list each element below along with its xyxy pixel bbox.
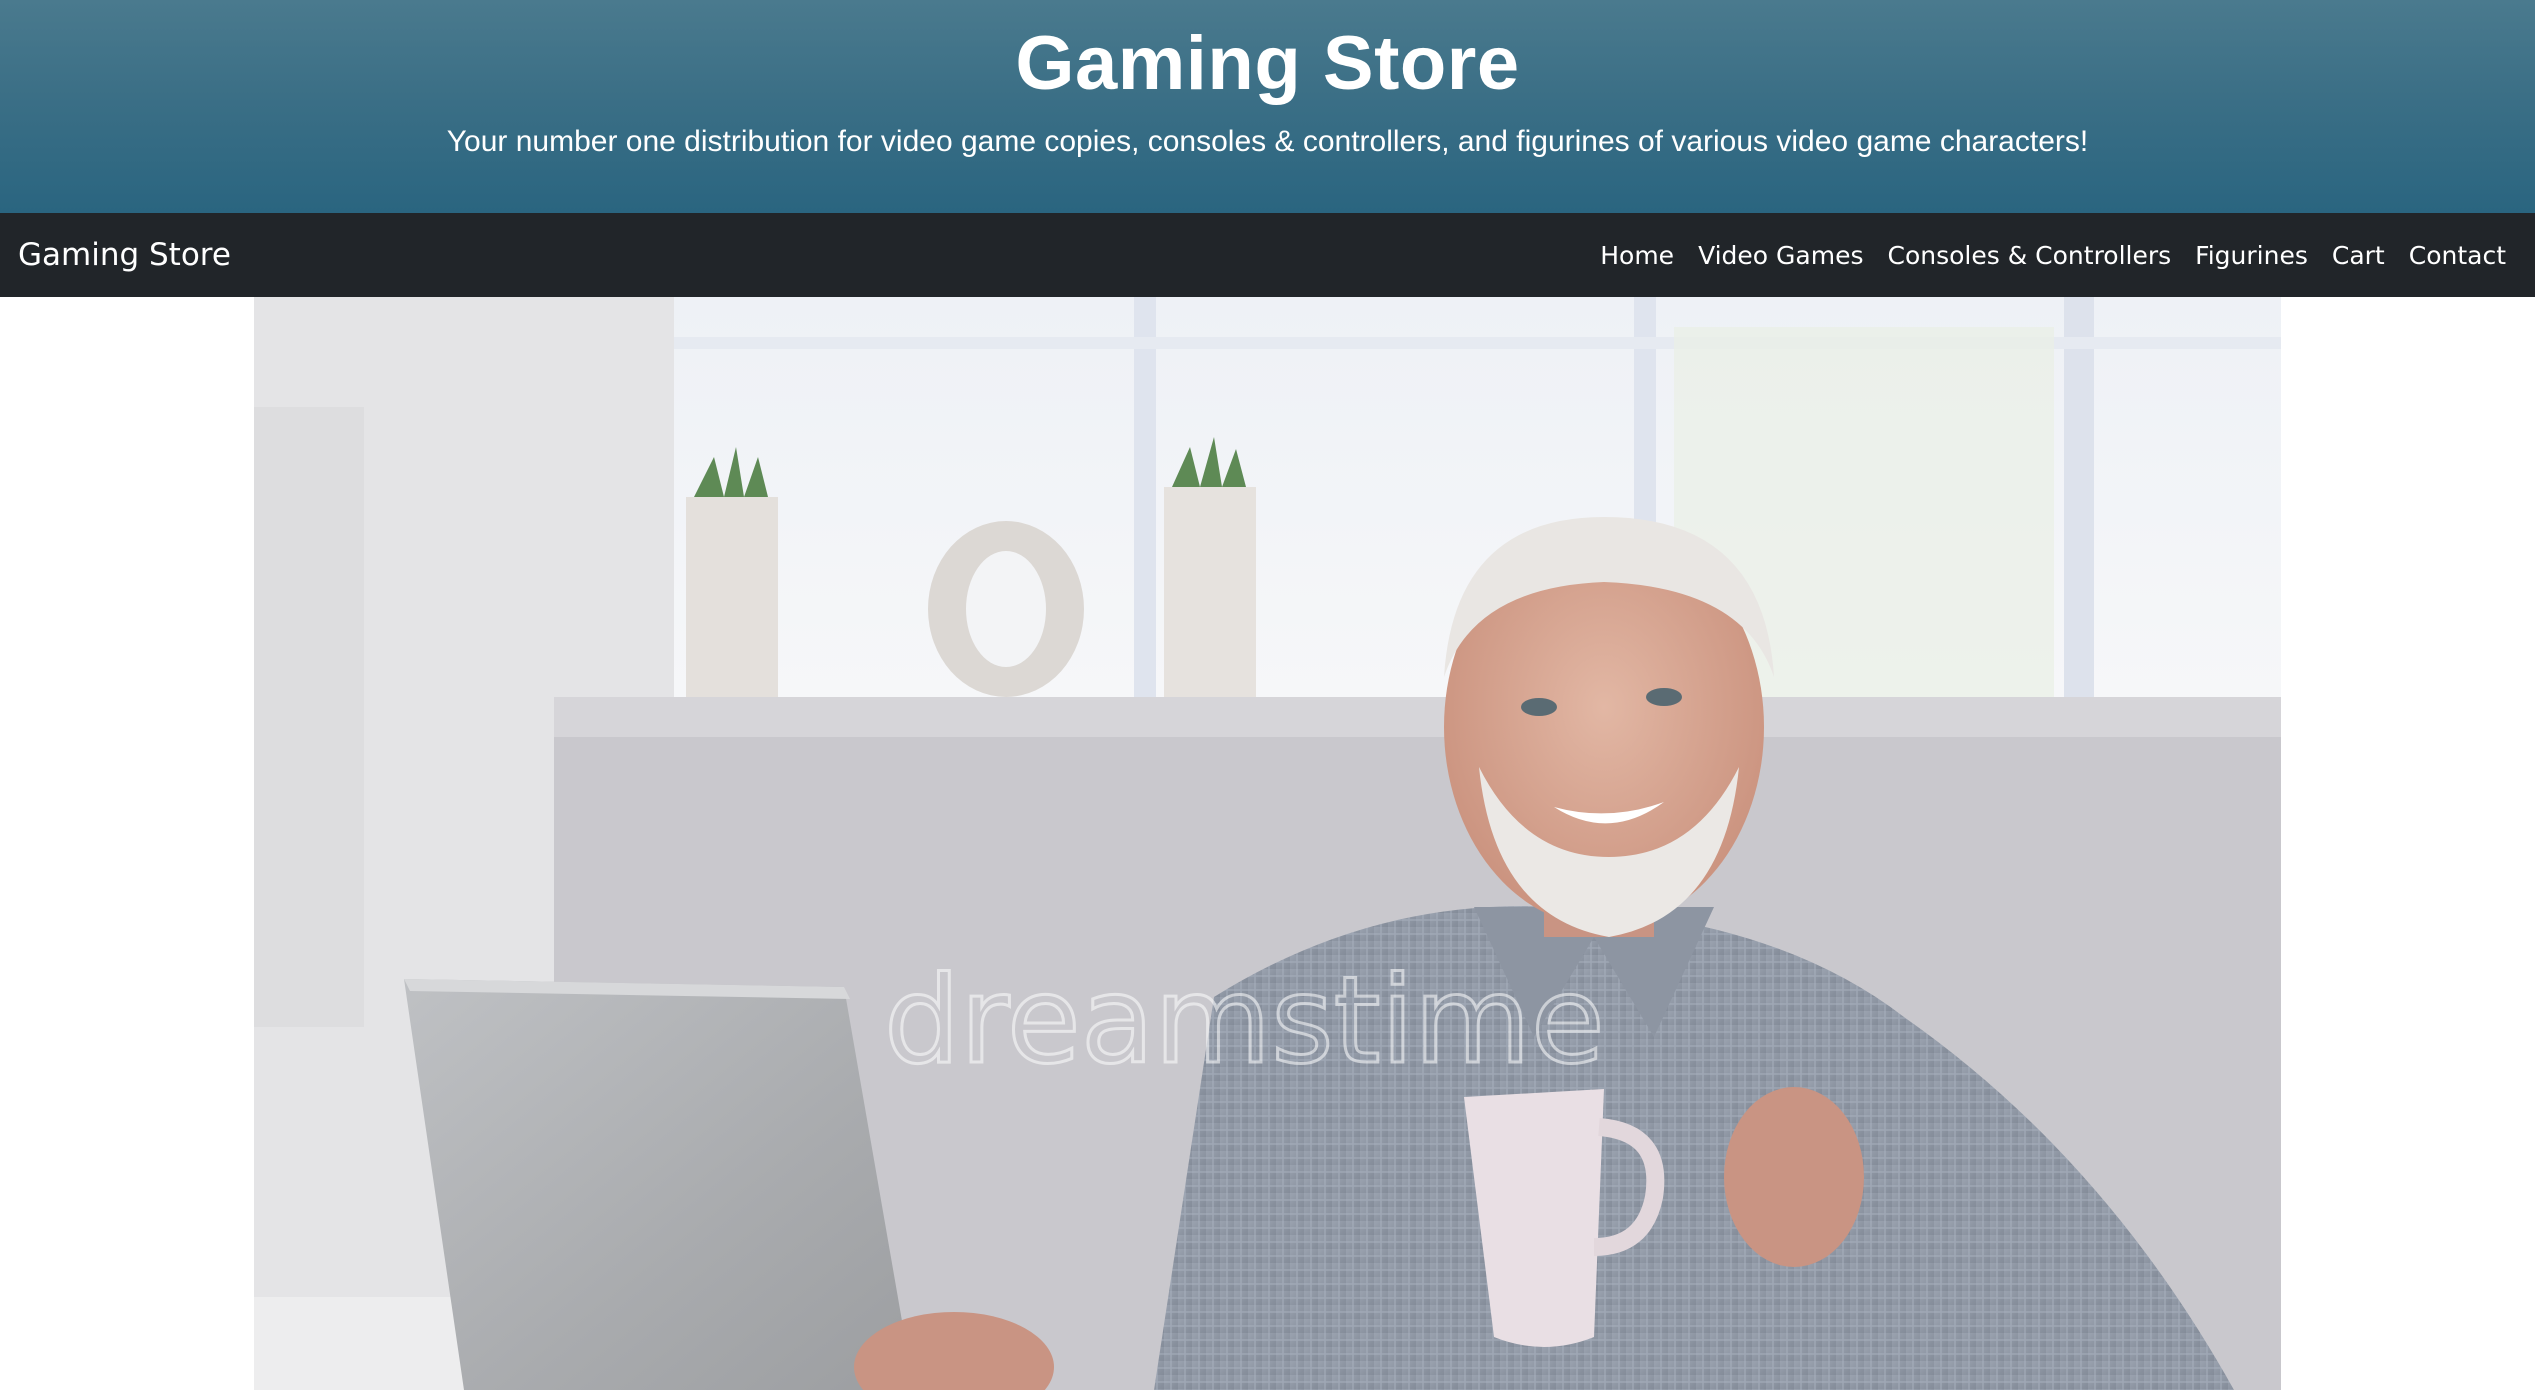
nav-link-home[interactable]: Home [1600, 241, 1674, 270]
nav-links: Home Video Games Consoles & Controllers … [1600, 241, 2506, 270]
nav-link-video-games[interactable]: Video Games [1698, 241, 1863, 270]
nav-link-cart[interactable]: Cart [2332, 241, 2385, 270]
nav-link-figurines[interactable]: Figurines [2195, 241, 2308, 270]
hero-image: dreamstime [254, 297, 2281, 1390]
nav-link-contact[interactable]: Contact [2409, 241, 2506, 270]
site-header: Gaming Store Your number one distributio… [0, 0, 2535, 213]
navbar: Gaming Store Home Video Games Consoles &… [0, 213, 2535, 297]
page-title: Gaming Store [1015, 21, 1520, 106]
nav-link-consoles-controllers[interactable]: Consoles & Controllers [1888, 241, 2172, 270]
hero-section: dreamstime [0, 297, 2535, 1390]
navbar-brand[interactable]: Gaming Store [18, 237, 231, 273]
page-subtitle: Your number one distribution for video g… [446, 125, 2089, 158]
watermark-text: dreamstime [884, 952, 1605, 1091]
